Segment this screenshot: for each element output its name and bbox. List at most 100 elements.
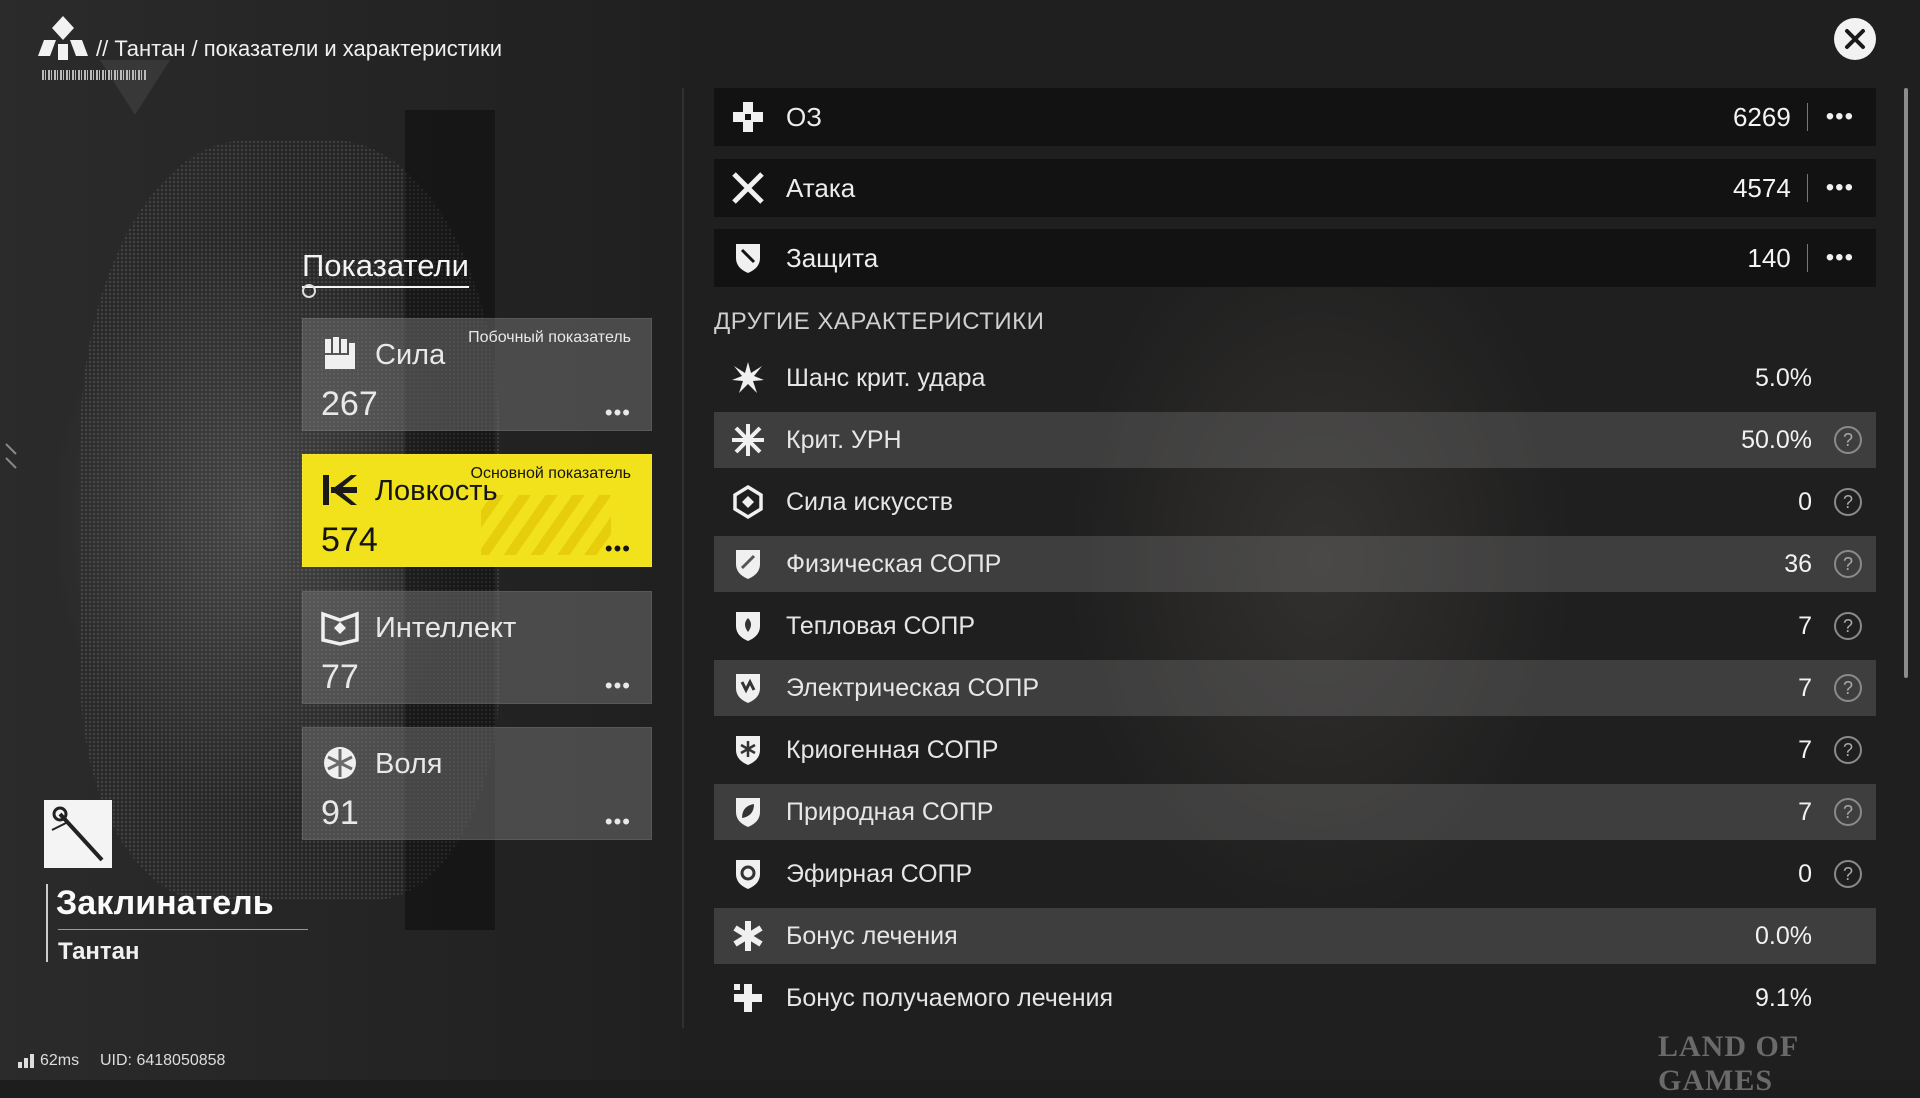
help-placeholder (1834, 922, 1862, 950)
stat-card-intellect[interactable]: Интеллект 77 ••• (302, 591, 652, 704)
more-options-button[interactable]: ••• (605, 675, 631, 697)
stat-label: Бонус лечения (786, 921, 958, 950)
agility-icon (323, 475, 357, 505)
active-card-stripes (481, 495, 611, 555)
ether-res-icon (736, 860, 760, 889)
barcode-decoration (42, 70, 146, 80)
stat-row-heat-res[interactable]: Тепловая СОПР 7 ? (714, 598, 1876, 654)
main-stat-value: 140 (1747, 242, 1791, 273)
stat-label: Криогенная СОПР (786, 735, 999, 764)
stat-row-crit-damage[interactable]: Крит. УРН 50.0% ? (714, 412, 1876, 468)
more-options-button[interactable]: ••• (1826, 103, 1854, 131)
heal-bonus-icon (733, 921, 763, 951)
stat-value: 0.0% (1755, 921, 1812, 950)
stat-label: Бонус получаемого лечения (786, 983, 1114, 1012)
stat-value: 9.1% (1755, 983, 1812, 1012)
close-button[interactable] (1834, 18, 1876, 60)
character-info-divider (58, 929, 308, 930)
stat-row-ether-res[interactable]: Эфирная СОПР 0 ? (714, 846, 1876, 902)
stat-card-strength[interactable]: Сила Побочный показатель 267 ••• (302, 318, 652, 431)
stat-value: 50.0% (1741, 425, 1812, 454)
character-info-bar (46, 884, 48, 962)
cryo-res-icon (736, 736, 760, 765)
stat-row-cryo-res[interactable]: Криогенная СОПР 7 ? (714, 722, 1876, 778)
stats-scrollbar[interactable] (1904, 88, 1908, 678)
crit-damage-icon (732, 424, 764, 456)
stat-value: 7 (1798, 797, 1812, 826)
user-id: UID: 6418050858 (100, 1052, 226, 1069)
ping-value: 62ms (40, 1052, 80, 1069)
stat-card-name: Воля (375, 748, 443, 780)
help-button[interactable]: ? (1834, 798, 1862, 826)
stat-label: Шанс крит. удара (786, 363, 986, 392)
panel-divider (682, 88, 684, 1028)
help-button[interactable]: ? (1834, 674, 1862, 702)
separator (1806, 244, 1808, 272)
staff-icon (51, 806, 104, 862)
intellect-icon (321, 611, 359, 646)
help-button[interactable]: ? (1834, 736, 1862, 764)
help-button[interactable]: ? (1834, 488, 1862, 516)
help-placeholder (1834, 984, 1862, 1012)
stat-row-nature-res[interactable]: Природная СОПР 7 ? (714, 784, 1876, 840)
main-stat-value: 6269 (1732, 101, 1791, 132)
stat-label: Крит. УРН (786, 425, 902, 454)
main-stat-row-defense[interactable]: Защита 140 ••• (714, 229, 1876, 287)
stat-row-electric-res[interactable]: Электрическая СОПР 7 ? (714, 660, 1876, 716)
stat-row-received-heal[interactable]: Бонус получаемого лечения 9.1% (714, 970, 1876, 1026)
stat-card-tag: Побочный показатель (468, 329, 631, 346)
help-button[interactable]: ? (1834, 860, 1862, 888)
stat-row-crit-rate[interactable]: Шанс крит. удара 5.0% (714, 350, 1876, 406)
main-stat-label: Атака (786, 172, 856, 203)
stats-panel-title: Показатели (302, 248, 469, 288)
character-name: Тантан (58, 938, 140, 965)
stat-value: 0 (1798, 487, 1812, 516)
character-class: Заклинатель (56, 884, 274, 922)
stat-label: Эфирная СОПР (786, 859, 973, 888)
crit-burst-icon (732, 362, 764, 393)
stat-value: 7 (1798, 735, 1812, 764)
stat-label: Сила искусств (786, 487, 954, 516)
stat-card-will[interactable]: Воля 91 ••• (302, 727, 652, 840)
stat-card-value: 267 (321, 385, 378, 423)
stat-card-name: Интеллект (375, 612, 517, 644)
title-ring-decoration (302, 284, 316, 298)
help-button[interactable]: ? (1834, 426, 1862, 454)
heat-res-icon (736, 612, 760, 641)
more-options-button[interactable]: ••• (1826, 244, 1854, 272)
game-logo-icon (38, 16, 88, 60)
stat-card-value: 91 (321, 794, 359, 832)
help-button[interactable]: ? (1834, 612, 1862, 640)
stat-card-value: 77 (321, 658, 359, 696)
physical-res-icon (736, 550, 760, 579)
hp-cross-icon (733, 102, 763, 132)
main-stat-row-attack[interactable]: Атака 4574 ••• (714, 159, 1876, 217)
stat-row-arts-power[interactable]: Сила искусств 0 ? (714, 474, 1876, 530)
more-options-button[interactable]: ••• (1826, 174, 1854, 202)
more-options-button[interactable]: ••• (605, 402, 631, 424)
stat-value: 5.0% (1755, 363, 1812, 392)
decorative-triangle (100, 60, 170, 115)
other-stats-title: ДРУГИЕ ХАРАКТЕРИСТИКИ (714, 308, 1045, 335)
nature-res-icon (736, 798, 760, 827)
stat-value: 7 (1798, 611, 1812, 640)
received-heal-icon (734, 984, 762, 1012)
main-stat-label: Защита (786, 242, 879, 273)
more-options-button[interactable]: ••• (605, 538, 631, 560)
stat-row-physical-res[interactable]: Физическая СОПР 36 ? (714, 536, 1876, 592)
separator (1806, 174, 1808, 202)
breadcrumb: // Тантан / показатели и характеристики (96, 36, 502, 61)
stat-row-heal-bonus[interactable]: Бонус лечения 0.0% (714, 908, 1876, 964)
fist-icon (325, 337, 355, 369)
edge-marker-icon (5, 443, 17, 469)
stat-value: 7 (1798, 673, 1812, 702)
more-options-button[interactable]: ••• (605, 811, 631, 833)
stat-value: 0 (1798, 859, 1812, 888)
stat-label: Тепловая СОПР (786, 611, 976, 640)
stat-card-tag: Основной показатель (470, 465, 632, 482)
main-stat-row-hp[interactable]: ОЗ 6269 ••• (714, 88, 1876, 146)
separator (1806, 103, 1808, 131)
defense-shield-icon (736, 244, 760, 273)
stat-card-agility[interactable]: Ловкость Основной показатель 574 ••• (302, 454, 652, 567)
help-button[interactable]: ? (1834, 550, 1862, 578)
